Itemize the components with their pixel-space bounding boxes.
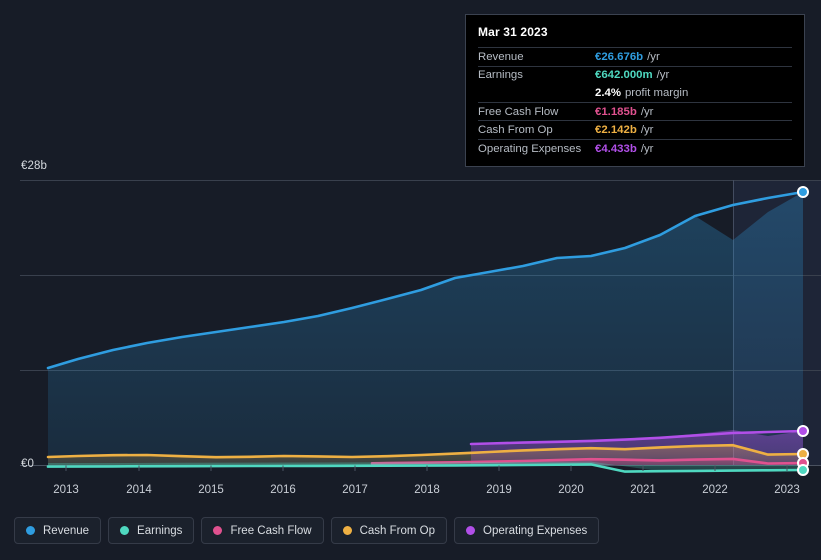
tooltip-row-revenue: Revenue €26.676b /yr [478,47,792,66]
x-tick-2013: 2013 [53,484,79,496]
y-axis-label-zero: €0 [21,458,34,470]
financial-performance-chart: €28b €0 2013 2014 2015 2016 2017 2018 20… [0,0,821,560]
x-tick-2018: 2018 [414,484,440,496]
endpoint-earnings [797,464,809,476]
legend-dot-free-cash-flow-icon [213,526,223,535]
legend-item-cash-from-op[interactable]: Cash From Op [330,517,448,544]
legend-item-operating-expenses[interactable]: Operating Expenses [454,517,600,544]
x-tick-2015: 2015 [198,484,224,496]
tooltip-row-operating-expenses: Operating Expenses €4.433b /yr [478,138,792,158]
tooltip-label-free-cash-flow: Free Cash Flow [478,105,559,118]
legend-label-free-cash-flow: Free Cash Flow [230,524,312,537]
tooltip-value-revenue: €26.676b [595,50,644,63]
x-tick-2022: 2022 [702,484,728,496]
legend-dot-cash-from-op-icon [342,526,352,535]
tooltip-row-free-cash-flow: Free Cash Flow €1.185b /yr [478,101,792,121]
tooltip-row-cash-from-op: Cash From Op €2.142b /yr [478,120,792,139]
tooltip-suffix-profit-margin: profit margin [624,86,689,99]
tooltip-suffix-free-cash-flow: /yr [640,105,654,118]
tooltip-label-revenue: Revenue [478,50,524,63]
legend-dot-operating-expenses-icon [466,526,476,535]
tooltip-row-profit-margin: 2.4% profit margin [478,84,792,102]
tooltip-row-earnings: Earnings €642.000m /yr [478,65,792,85]
endpoint-opex [797,425,809,437]
x-axis: 2013 2014 2015 2016 2017 2018 2019 2020 … [0,484,821,502]
tooltip-date: Mar 31 2023 [478,25,548,39]
tooltip-label-earnings: Earnings [478,69,523,82]
tooltip-value-profit-margin: 2.4% [595,86,621,99]
x-tick-2016: 2016 [270,484,296,496]
x-tick-2021: 2021 [630,484,656,496]
y-axis-label-max: €28b [21,160,47,172]
legend-item-revenue[interactable]: Revenue [14,517,102,544]
legend-item-earnings[interactable]: Earnings [108,517,195,544]
x-tick-2017: 2017 [342,484,368,496]
legend-label-earnings: Earnings [137,524,183,537]
tooltip-value-earnings: €642.000m [595,69,653,82]
tooltip-suffix-earnings: /yr [656,69,670,82]
tooltip-suffix-revenue: /yr [647,50,660,63]
legend-label-operating-expenses: Operating Expenses [483,524,588,537]
tooltip-label-cash-from-op: Cash From Op [478,124,553,137]
tooltip-suffix-operating-expenses: /yr [640,142,654,155]
x-tick-2014: 2014 [126,484,152,496]
chart-tooltip: Mar 31 2023 Revenue €26.676b /yr Earning… [465,14,805,167]
endpoint-revenue [797,186,809,198]
x-tick-2019: 2019 [486,484,512,496]
tooltip-value-operating-expenses: €4.433b [595,142,637,155]
series-area-revenue [48,192,803,465]
chart-legend: Revenue Earnings Free Cash Flow Cash Fro… [14,517,600,544]
legend-dot-revenue-icon [26,526,35,535]
legend-dot-earnings-icon [120,526,130,535]
tooltip-value-cash-from-op: €2.142b [595,124,637,137]
legend-label-revenue: Revenue [43,524,90,537]
tooltip-suffix-cash-from-op: /yr [640,124,654,137]
tooltip-value-free-cash-flow: €1.185b [595,105,637,118]
tooltip-label-operating-expenses: Operating Expenses [478,142,582,155]
legend-item-free-cash-flow[interactable]: Free Cash Flow [201,517,324,544]
legend-label-cash-from-op: Cash From Op [359,524,436,537]
x-tick-2023: 2023 [774,484,800,496]
x-tick-2020: 2020 [558,484,584,496]
